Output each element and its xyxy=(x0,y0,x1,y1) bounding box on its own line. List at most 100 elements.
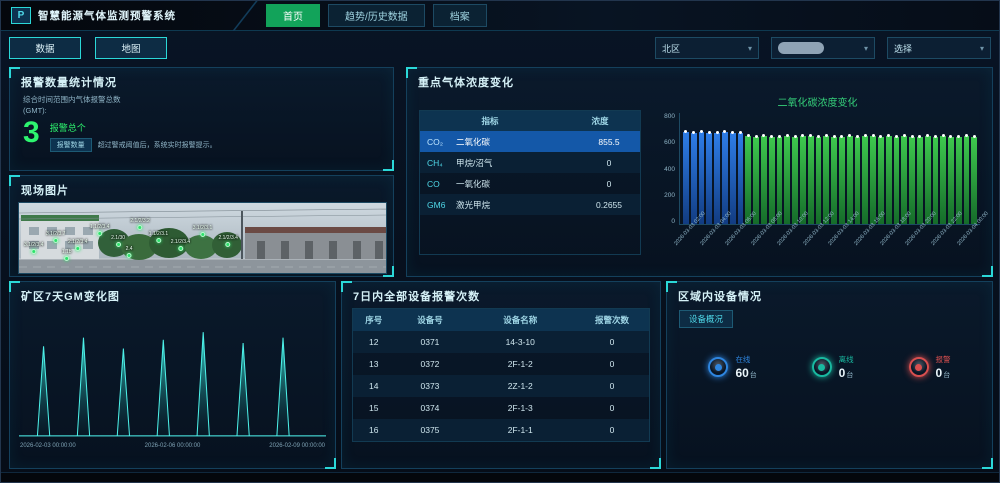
annotation-dot xyxy=(53,238,58,243)
bar xyxy=(784,136,790,224)
camera-table: 序号设备号设备名称报警次数12037114-3-1001303722F-1-20… xyxy=(352,308,650,442)
bar-dot xyxy=(692,131,695,134)
bar-dot xyxy=(848,134,851,137)
gas-table-row[interactable]: GM6激光甲烷0.2655 xyxy=(420,194,640,215)
bar-dot xyxy=(895,135,898,138)
annotation-dot xyxy=(138,225,143,230)
annotation-dot xyxy=(31,249,36,254)
icon-core xyxy=(818,364,825,371)
dashboard-root: P 智慧能源气体监测预警系统 首页趋势/历史数据档案 数据地图 北区▾▾选择▾ … xyxy=(0,0,1000,483)
y-tick-label: 200 xyxy=(655,192,675,199)
area-select[interactable]: 北区▾ xyxy=(655,37,759,59)
offline-device-icon xyxy=(812,357,832,377)
tab-home[interactable]: 首页 xyxy=(266,4,320,27)
annotation-dot xyxy=(116,242,121,247)
alarm-panel-title: 报警数量统计情况 xyxy=(21,74,382,90)
chevron-down-icon: ▾ xyxy=(980,44,984,53)
device-stat-online: 在线60台 xyxy=(708,354,756,380)
x-tick-label: 2026-03-03 06:00 xyxy=(725,238,751,263)
camera-panel-title: 7日内全部设备报警次数 xyxy=(353,288,649,304)
bar-dot xyxy=(825,134,828,137)
camera-table-row[interactable]: 1603752F-1-10 xyxy=(353,419,649,441)
co2-chart: 8006004002000 xyxy=(655,113,980,225)
site-photo[interactable]: 3.1/2/3.43.1/2/3.72.1/2/3.41.1/2/3.42.1/… xyxy=(18,202,387,274)
camera-table-row[interactable]: 1303722F-1-20 xyxy=(353,353,649,375)
bar xyxy=(808,136,814,224)
bar-dot xyxy=(684,130,687,133)
photo-annotation: 3.1/2/3.4 xyxy=(24,242,43,254)
camera-cell: 0 xyxy=(575,381,649,391)
camera-col-header: 序号 xyxy=(353,314,394,326)
camera-cell: 2F-1-2 xyxy=(465,359,575,369)
bar-dot xyxy=(778,135,781,138)
map-button[interactable]: 地图 xyxy=(95,37,167,59)
alarm-count-label: 报警总个 xyxy=(50,121,217,134)
bar xyxy=(870,136,876,224)
x-tick-label: 2026-03-03 08:00 xyxy=(750,238,776,263)
alarm-gmt-line: (GMT): xyxy=(23,106,380,115)
alarm-panel: 报警数量统计情况 综合时间范围内气体报警总数 (GMT): 3 报警总个 报警数… xyxy=(9,67,394,171)
x-tick-label: 2026-03-03 16:00 xyxy=(853,238,879,263)
x-tick-label: 2026-03-03 14:00 xyxy=(828,238,854,263)
camera-panel: 7日内全部设备报警次数 序号设备号设备名称报警次数12037114-3-1001… xyxy=(341,281,661,469)
stat-unit: 台 xyxy=(750,370,757,380)
gas-panel: 重点气体浓度变化 指标浓度CO₂二氧化碳855.5CH₄甲烷/沼气0CO一氧化碳… xyxy=(406,67,993,277)
device-panel: 区域内设备情况 设备概况 在线60台离线0台报警0台 xyxy=(666,281,993,469)
camera-table-row[interactable]: 12037114-3-100 xyxy=(353,331,649,353)
camera-col-header: 报警次数 xyxy=(575,314,649,326)
bar-dot xyxy=(755,135,758,138)
bar xyxy=(745,136,751,224)
bar xyxy=(683,132,689,224)
gas-table-row[interactable]: CH₄甲烷/沼气0 xyxy=(420,152,640,173)
data-button[interactable]: 数据 xyxy=(9,37,81,59)
tab-archive[interactable]: 档案 xyxy=(433,4,487,27)
stat-count: 60 xyxy=(735,366,748,380)
camera-table-row[interactable]: 1403732Z-1-20 xyxy=(353,375,649,397)
photo-annotation: 1.1b xyxy=(62,249,72,261)
gas-table-row[interactable]: CO一氧化碳0 xyxy=(420,173,640,194)
bar xyxy=(714,133,720,224)
tab-history[interactable]: 趋势/历史数据 xyxy=(328,4,425,27)
camera-cell: 0 xyxy=(575,425,649,435)
gas-table-row[interactable]: CO₂二氧化碳855.5 xyxy=(420,131,640,152)
x-tick-label: 2026-03-03 02:00 xyxy=(673,238,699,263)
gas-code: CH₄ xyxy=(420,158,456,168)
annotation-label: 1.1/2/3.1 xyxy=(149,231,168,237)
annotation-label: 2.1/2/3.4 xyxy=(171,239,190,245)
stat-unit: 台 xyxy=(943,370,950,380)
nav-tabs: 首页趋势/历史数据档案 xyxy=(266,4,487,27)
camera-cell: 13 xyxy=(353,359,394,369)
bar-dot xyxy=(770,135,773,138)
photo-annotation: 3.1/2/3.1 xyxy=(193,225,212,237)
bar xyxy=(886,136,892,224)
app-logo-icon: P xyxy=(11,7,31,24)
device-overview-tab[interactable]: 设备概况 xyxy=(679,310,733,328)
annotation-label: 2.1/2/3.4 xyxy=(218,235,237,241)
bar-dot xyxy=(872,134,875,137)
bar-dot xyxy=(786,134,789,137)
bar-dot xyxy=(949,135,952,138)
annotation-dot xyxy=(75,246,80,251)
x-tick-label: 2026-03-03 04:00 xyxy=(699,238,725,263)
camera-cell: 0372 xyxy=(394,359,465,369)
device-stats: 在线60台离线0台报警0台 xyxy=(667,354,992,380)
photo-annotation: 2.4 xyxy=(126,246,133,258)
camera-table-row[interactable]: 1503742F-1-30 xyxy=(353,397,649,419)
bar xyxy=(761,136,767,224)
bar xyxy=(971,137,977,224)
gm-x-axis: 2026-02-03 00:00:002026-02-06 00:00:0020… xyxy=(20,443,325,449)
photo-annotation: 1.1/2/3.4 xyxy=(90,224,109,236)
top-bar: P 智慧能源气体监测预警系统 首页趋势/历史数据档案 xyxy=(1,1,999,31)
bar-dot xyxy=(965,134,968,137)
camera-cell: 14 xyxy=(353,381,394,391)
alarm-count: 3 xyxy=(23,119,40,147)
bar-dot xyxy=(809,134,812,137)
range-select[interactable]: ▾ xyxy=(771,37,875,59)
gm-panel-title: 矿区7天GM变化图 xyxy=(21,288,324,304)
target-select[interactable]: 选择▾ xyxy=(887,37,991,59)
bar-dot xyxy=(762,134,765,137)
co2-plot xyxy=(679,113,980,225)
bar-dot xyxy=(864,134,867,137)
gas-value: 855.5 xyxy=(578,137,640,147)
bar-dot xyxy=(723,130,726,133)
